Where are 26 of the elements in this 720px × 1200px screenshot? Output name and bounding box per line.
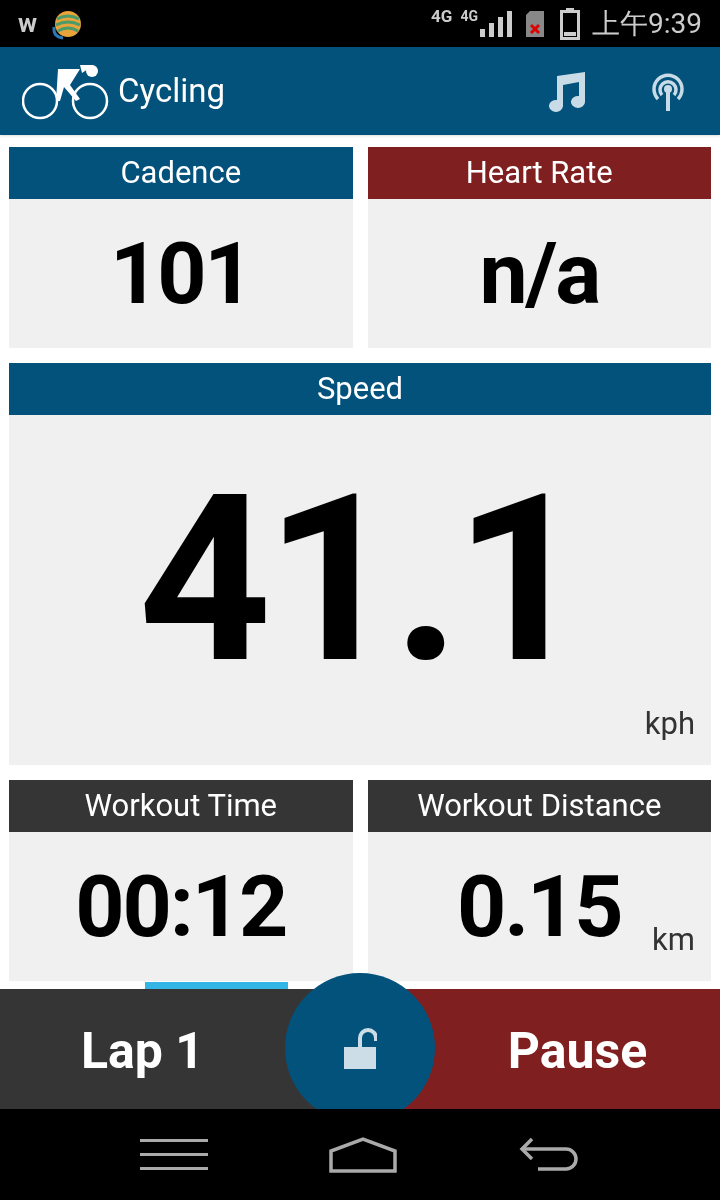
tile-value: n/a [479, 230, 600, 317]
unlocked-padlock-icon [343, 1027, 377, 1069]
app-notification-letter: w [18, 7, 38, 40]
lap-button[interactable]: Lap 1 [0, 989, 285, 1109]
tile-label: Heart Rate [465, 152, 613, 193]
home-icon[interactable] [329, 1136, 397, 1173]
network-type-label: 4G [431, 8, 453, 25]
tile-label: Workout Time [84, 785, 278, 826]
app-title: Cycling [118, 70, 225, 113]
battery-icon [560, 7, 580, 40]
tile-value: 41.1 [138, 464, 582, 696]
tile-value: 101 [109, 230, 252, 317]
pause-button[interactable]: Pause [435, 989, 720, 1109]
back-icon[interactable] [517, 1136, 580, 1173]
tile-label: Speed [316, 368, 404, 409]
unit-label: km [652, 919, 695, 960]
tile-value: 00:12 [75, 863, 287, 950]
tile-value: 0.15 [457, 863, 622, 950]
clock-time: 上午9:39 [592, 5, 702, 42]
unit-label: kph [644, 703, 695, 744]
signal-icon [480, 10, 512, 37]
tile-label: Workout Distance [417, 785, 662, 826]
network-type-label: 4G [460, 8, 478, 23]
sim-card-icon [526, 10, 544, 37]
tile-label: Cadence [120, 152, 242, 193]
menu-icon[interactable] [140, 1138, 209, 1171]
